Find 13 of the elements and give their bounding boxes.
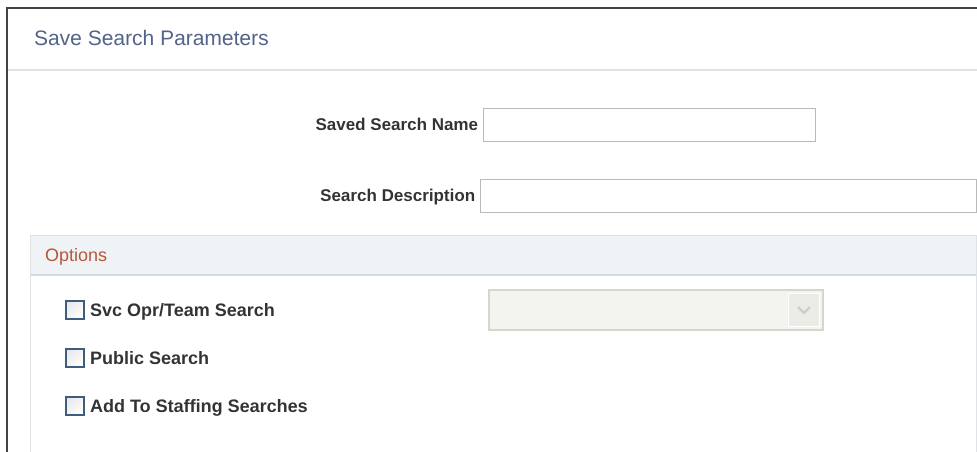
field-label: Saved Search Name bbox=[314, 114, 479, 136]
input-field[interactable] bbox=[483, 108, 816, 142]
field-label: Search Description bbox=[319, 185, 476, 208]
checkbox-label: Add To Staffing Searches bbox=[90, 394, 308, 418]
input-field[interactable] bbox=[480, 179, 977, 213]
checkbox[interactable] bbox=[65, 348, 85, 368]
checkbox[interactable] bbox=[65, 300, 85, 320]
checkbox[interactable] bbox=[65, 396, 85, 416]
section-title: Options bbox=[45, 244, 108, 267]
checkbox-label: Public Search bbox=[90, 346, 210, 370]
chevron-icon bbox=[788, 293, 820, 327]
window-title: Save Search Parameters bbox=[34, 26, 269, 52]
checkbox-label: Svc Opr/Team Search bbox=[90, 298, 275, 322]
